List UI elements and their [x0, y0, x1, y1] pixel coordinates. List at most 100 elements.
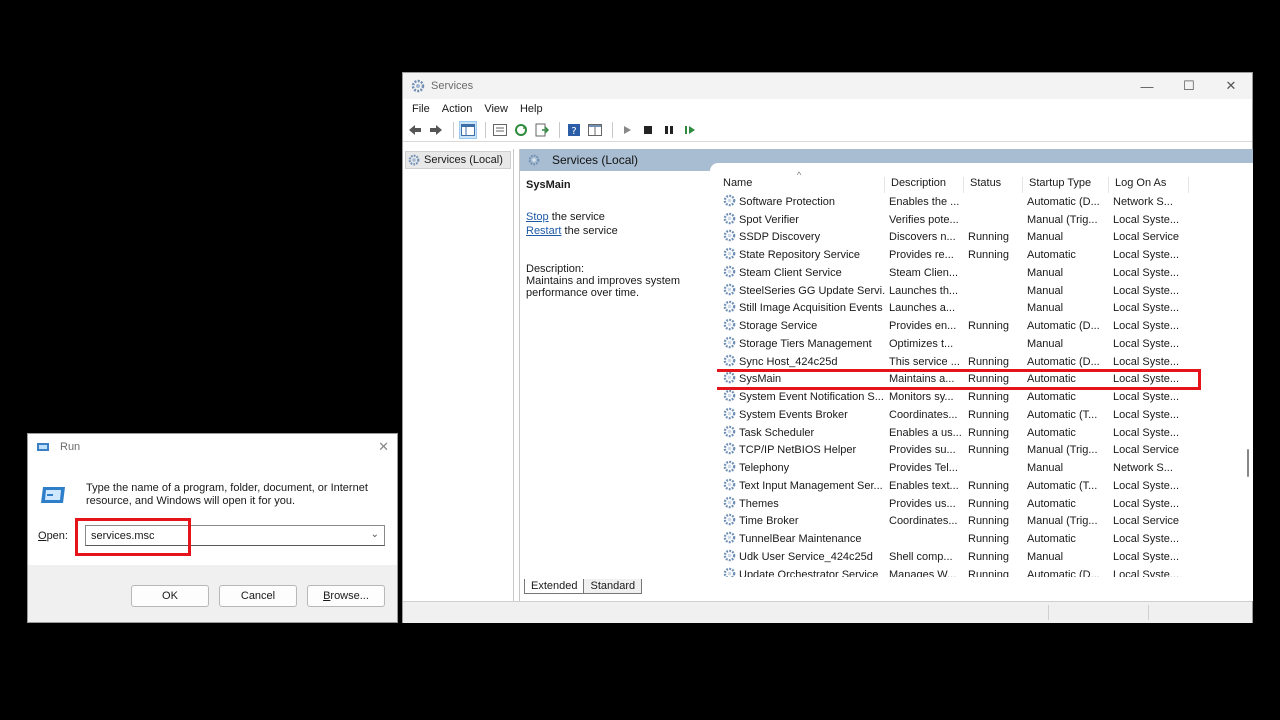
service-row[interactable]: System Event Notification S... Monitors s…	[717, 388, 1253, 406]
service-name: Update Orchestrator Service	[739, 568, 879, 577]
service-status: Running	[968, 426, 1009, 439]
service-gear-icon	[723, 371, 739, 387]
service-startup-type: Automatic (T...	[1027, 408, 1098, 421]
vertical-scrollbar[interactable]	[1243, 171, 1253, 577]
service-startup-type: Automatic	[1027, 391, 1076, 404]
start-service-icon[interactable]	[618, 121, 636, 139]
service-log-on-as: Local Syste...	[1113, 497, 1180, 510]
service-row[interactable]: Still Image Acquisition Events Launches a…	[717, 300, 1253, 318]
column-header-startup-type[interactable]: Startup Type	[1023, 177, 1109, 193]
service-gear-icon	[723, 194, 739, 210]
view-icon[interactable]	[586, 121, 604, 139]
service-row[interactable]: Telephony Provides Tel... Manual Network S.…	[717, 459, 1253, 477]
service-row[interactable]: TunnelBear Maintenance Running Automatic Lo…	[717, 530, 1253, 548]
column-header-description[interactable]: Description	[885, 177, 964, 193]
column-header-status[interactable]: Status	[964, 177, 1023, 193]
service-status: Running	[968, 497, 1009, 510]
menu-file[interactable]: File	[406, 103, 436, 115]
services-titlebar[interactable]: Services — ☐ ✕	[403, 73, 1252, 99]
service-row[interactable]: System Events Broker Coordinates... Runnin…	[717, 406, 1253, 424]
menu-view[interactable]: View	[478, 103, 514, 115]
service-startup-type: Automatic (D...	[1027, 568, 1100, 577]
run-close-button[interactable]: ✕	[378, 439, 389, 455]
service-gear-icon	[723, 247, 739, 263]
ok-button[interactable]: OK	[131, 585, 209, 607]
service-name-cell: Spot Verifier	[717, 212, 885, 228]
menu-help[interactable]: Help	[514, 103, 549, 115]
service-row[interactable]: Text Input Management Ser... Enables text…	[717, 477, 1253, 495]
service-gear-icon	[723, 318, 739, 334]
service-row[interactable]: Time Broker Coordinates... Running Manual (…	[717, 513, 1253, 531]
service-row[interactable]: Software Protection Enables the ... Automa…	[717, 193, 1253, 211]
restart-service-icon[interactable]	[681, 121, 699, 139]
service-row[interactable]: SSDP Discovery Discovers n... Running Manua…	[717, 229, 1253, 247]
service-row[interactable]: Storage Tiers Management Optimizes t... Ma…	[717, 335, 1253, 353]
service-description: Manages W...	[889, 568, 957, 577]
tab-standard[interactable]: Standard	[583, 579, 643, 594]
service-name: Telephony	[739, 462, 790, 475]
service-gear-icon	[723, 478, 739, 494]
stop-service-icon[interactable]	[639, 121, 657, 139]
restart-link-rest: the service	[561, 225, 618, 237]
toolbar-separator	[453, 122, 454, 138]
pane-header-curve	[710, 163, 1253, 171]
service-name: Storage Tiers Management	[739, 337, 872, 350]
service-gear-icon	[723, 354, 739, 370]
service-row[interactable]: Update Orchestrator Service Manages W... R…	[717, 566, 1253, 577]
service-startup-type: Automatic	[1027, 373, 1076, 386]
service-name-cell: Storage Tiers Management	[717, 336, 885, 352]
service-log-on-as: Local Syste...	[1113, 355, 1180, 368]
service-gear-icon	[723, 265, 739, 281]
pause-service-icon[interactable]	[660, 121, 678, 139]
service-gear-icon	[723, 300, 739, 316]
stop-link[interactable]: Stop	[526, 211, 549, 223]
browse-button[interactable]: Browse...	[307, 585, 385, 607]
service-row[interactable]: SteelSeries GG Update Servi... Launches t…	[717, 282, 1253, 300]
service-row[interactable]: Udk User Service_424c25d Shell comp... Run…	[717, 548, 1253, 566]
restart-link[interactable]: Restart	[526, 225, 561, 237]
services-list: ^ Name Description Status Startup Type L…	[717, 171, 1253, 577]
service-name: Text Input Management Ser...	[739, 479, 883, 492]
back-icon[interactable]	[406, 121, 424, 139]
export-list-icon[interactable]	[533, 121, 551, 139]
menu-action[interactable]: Action	[436, 103, 479, 115]
service-row[interactable]: Sync Host_424c25d This service ... Running…	[717, 353, 1253, 371]
service-gear-icon	[723, 496, 739, 512]
service-row[interactable]: Themes Provides us... Running Automatic Loca…	[717, 495, 1253, 513]
service-description: Optimizes t...	[889, 337, 954, 350]
service-row[interactable]: Steam Client Service Steam Clien... Manual…	[717, 264, 1253, 282]
service-description: This service ...	[889, 355, 960, 368]
service-row[interactable]: TCP/IP NetBIOS Helper Provides su... Runni…	[717, 442, 1253, 460]
service-startup-type: Automatic (D...	[1027, 320, 1100, 333]
tree-item-services-local[interactable]: Services (Local)	[405, 151, 511, 169]
close-button[interactable]: ✕	[1210, 73, 1252, 99]
minimize-button[interactable]: —	[1126, 73, 1168, 99]
service-status: Running	[968, 320, 1009, 333]
forward-icon[interactable]	[427, 121, 445, 139]
service-row[interactable]: SysMain Maintains a... Running Automatic Loc…	[717, 368, 1201, 391]
help-icon[interactable]: ?	[565, 121, 583, 139]
run-titlebar[interactable]: Run ✕	[28, 434, 397, 460]
service-row[interactable]: Storage Service Provides en... Running Auto…	[717, 317, 1253, 335]
service-description: Coordinates...	[889, 408, 958, 421]
service-name-cell: Still Image Acquisition Events	[717, 300, 885, 316]
show-console-tree-icon[interactable]	[459, 121, 477, 139]
scrollbar-thumb[interactable]	[1247, 449, 1249, 477]
service-startup-type: Manual (Trig...	[1027, 444, 1098, 457]
maximize-button[interactable]: ☐	[1168, 73, 1210, 99]
service-row[interactable]: State Repository Service Provides re... Ru…	[717, 246, 1253, 264]
service-name: Spot Verifier	[739, 213, 799, 226]
service-name-cell: System Event Notification S...	[717, 389, 885, 405]
service-name-cell: System Events Broker	[717, 407, 885, 423]
column-header-log-on-as[interactable]: Log On As	[1109, 177, 1189, 193]
properties-sheet-icon[interactable]	[491, 121, 509, 139]
tab-extended[interactable]: Extended	[524, 579, 585, 594]
service-name: Task Scheduler	[739, 426, 815, 439]
cancel-button[interactable]: Cancel	[219, 585, 297, 607]
service-name-cell: Update Orchestrator Service	[717, 567, 885, 577]
chevron-down-icon[interactable]: ⌄	[371, 529, 379, 540]
service-row[interactable]: Spot Verifier Verifies pote... Manual (Tri…	[717, 211, 1253, 229]
service-row[interactable]: Task Scheduler Enables a us... Running Auto…	[717, 424, 1253, 442]
refresh-icon[interactable]	[512, 121, 530, 139]
toolbar-separator	[559, 122, 560, 138]
